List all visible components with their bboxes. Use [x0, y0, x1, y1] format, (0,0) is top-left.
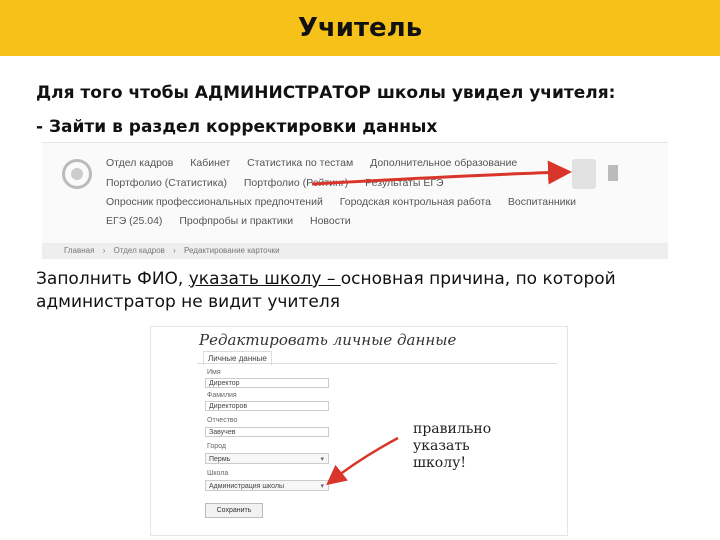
menu-item[interactable]: Кабинет: [190, 157, 230, 169]
menu-item[interactable]: Результаты ЕГЭ: [365, 177, 443, 189]
field-label: Отчество: [207, 417, 238, 424]
field-label: Школа: [207, 470, 229, 477]
slide-title: Учитель: [297, 13, 423, 43]
breadcrumb-separator: ›: [173, 246, 176, 255]
menu-item[interactable]: Городская контрольная работа: [340, 196, 491, 208]
breadcrumb-item[interactable]: Отдел кадров: [114, 246, 165, 255]
menu-item[interactable]: Портфолио (Статистика): [106, 177, 227, 189]
field-label: Фамилия: [207, 392, 237, 399]
menu-item[interactable]: Профпробы и практики: [179, 215, 293, 227]
menu-item[interactable]: Опросник профессиональных предпочтений: [106, 196, 323, 208]
note-line: школу!: [413, 455, 466, 471]
menu-item[interactable]: Новости: [310, 215, 351, 227]
instruction-paragraph: Заполнить ФИО, указать школу – основная …: [36, 268, 696, 314]
menu-row: Отдел кадров Кабинет Статистика по теста…: [106, 157, 531, 169]
screenshot-navigation: Отдел кадров Кабинет Статистика по теста…: [42, 142, 668, 259]
field-label: Город: [207, 443, 226, 450]
menu-item[interactable]: Дополнительное образование: [370, 157, 517, 169]
breadcrumb-item: Редактирование карточки: [184, 246, 280, 255]
last-name-field[interactable]: Директоров: [205, 401, 329, 411]
menu-item[interactable]: ЕГЭ (25.04): [106, 215, 162, 227]
handwritten-note: правильно указать школу!: [413, 421, 491, 472]
school-select[interactable]: Администрация школы: [205, 480, 329, 492]
menu-item[interactable]: Отдел кадров: [106, 157, 173, 169]
breadcrumb-item[interactable]: Главная: [64, 246, 94, 255]
note-line: правильно: [413, 421, 492, 437]
step-text: - Зайти в раздел корректировки данных: [36, 117, 438, 137]
form-heading: Редактировать личные данные: [199, 331, 457, 349]
patronymic-field[interactable]: Завучев: [205, 427, 329, 437]
logout-icon[interactable]: [608, 165, 618, 181]
first-name-field[interactable]: Директор: [205, 378, 329, 388]
save-button[interactable]: Сохранить: [205, 503, 263, 518]
user-avatar-icon[interactable]: [572, 159, 596, 189]
menu-item[interactable]: Воспитанники: [508, 196, 576, 208]
site-logo-icon: [62, 159, 92, 189]
screenshot-edit-form: Редактировать личные данные Личные данны…: [150, 326, 568, 536]
breadcrumb-separator: ›: [102, 246, 106, 255]
note-line: указать: [413, 438, 470, 454]
field-label: Имя: [207, 369, 221, 376]
menu-row: ЕГЭ (25.04) Профпробы и практики Новости: [106, 215, 365, 227]
breadcrumb: Главная › Отдел кадров › Редактирование …: [42, 243, 668, 259]
menu-row: Портфолио (Статистика) Портфолио (Рейтин…: [106, 177, 458, 189]
city-select[interactable]: Пермь: [205, 453, 329, 465]
para-text: Заполнить ФИО,: [36, 269, 189, 289]
intro-text: Для того чтобы АДМИНИСТРАТОР школы увиде…: [36, 83, 616, 103]
menu-item[interactable]: Статистика по тестам: [247, 157, 353, 169]
menu-item[interactable]: Портфолио (Рейтинг): [244, 177, 348, 189]
title-bar: Учитель: [0, 0, 720, 56]
menu-row: Опросник профессиональных предпочтений Г…: [106, 196, 590, 208]
para-underlined: указать школу –: [188, 269, 341, 289]
